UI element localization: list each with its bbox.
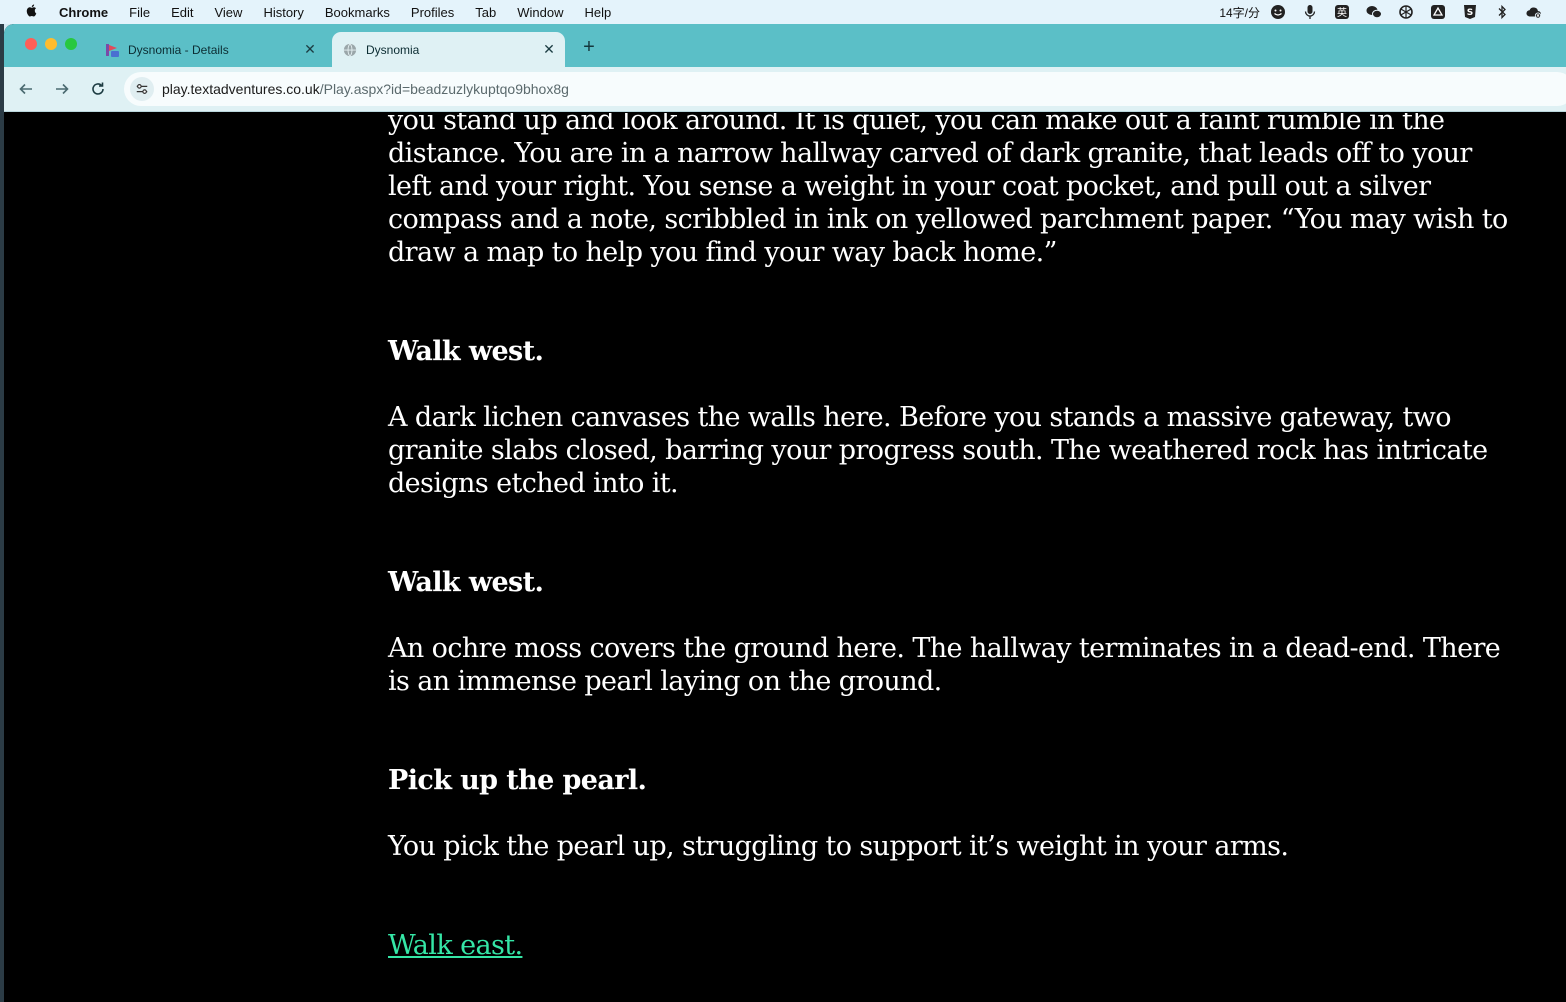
player-command: Walk west. [388, 567, 544, 598]
menu-help[interactable]: Help [585, 5, 612, 20]
browser-toolbar: play.textadventures.co.uk/Play.aspx?id=b… [4, 67, 1566, 112]
zoom-window-button[interactable] [65, 38, 77, 50]
close-window-button[interactable] [25, 38, 37, 50]
story-text: you stand up and look around. It is quie… [388, 113, 1508, 268]
tab-title: Dysnomia [366, 42, 420, 57]
tab-close-icon[interactable]: ✕ [300, 40, 320, 60]
textadventures-icon [104, 42, 120, 58]
game-page: you stand up and look around. It is quie… [4, 113, 1566, 1002]
tab-strip: Dysnomia - Details ✕ Dysnomia ✕ + [4, 24, 1566, 67]
menu-profiles[interactable]: Profiles [411, 5, 454, 20]
menu-view[interactable]: View [214, 5, 242, 20]
new-tab-button[interactable]: + [576, 34, 602, 60]
chrome-window: Dysnomia - Details ✕ Dysnomia ✕ + play.t… [4, 24, 1566, 1002]
tab-close-icon[interactable]: ✕ [539, 40, 559, 60]
url-path: /Play.aspx?id=beadzuzlykuptqo9bhox8g [319, 81, 569, 97]
svg-text:S: S [1467, 8, 1473, 18]
cloud-icon[interactable] [1526, 4, 1542, 20]
svg-text:英: 英 [1337, 6, 1347, 19]
menu-tab[interactable]: Tab [475, 5, 496, 20]
forward-arrow-icon[interactable] [50, 77, 74, 101]
menu-edit[interactable]: Edit [171, 5, 193, 20]
menu-file[interactable]: File [129, 5, 150, 20]
menu-chrome[interactable]: Chrome [59, 5, 108, 20]
status-area: 14字/分 英 S [1219, 0, 1566, 24]
bluetooth-icon[interactable] [1494, 4, 1510, 20]
tab-dysnomia-details[interactable]: Dysnomia - Details ✕ [94, 32, 326, 67]
story-text: You pick the pearl up, struggling to sup… [388, 831, 1289, 862]
openai-icon[interactable] [1398, 4, 1414, 20]
input-method-icon[interactable]: 英 [1334, 4, 1350, 20]
menu-bookmarks[interactable]: Bookmarks [325, 5, 390, 20]
url-host: play.textadventures.co.uk [162, 81, 320, 97]
drive-icon[interactable] [1430, 4, 1446, 20]
emoji-icon[interactable] [1270, 4, 1286, 20]
story-text: An ochre moss covers the ground here. Th… [388, 633, 1501, 697]
typing-speed-status[interactable]: 14字/分 [1219, 4, 1260, 21]
macos-menu-bar: Chrome File Edit View History Bookmarks … [0, 0, 1566, 24]
player-command: Pick up the pearl. [388, 765, 647, 796]
menu-window[interactable]: Window [517, 5, 563, 20]
menu-history[interactable]: History [263, 5, 303, 20]
site-info-icon[interactable] [130, 77, 154, 101]
microphone-icon[interactable] [1302, 4, 1318, 20]
s-app-icon[interactable]: S [1462, 4, 1478, 20]
tab-dysnomia[interactable]: Dysnomia ✕ [332, 32, 565, 67]
globe-icon [342, 42, 358, 58]
minimize-window-button[interactable] [45, 38, 57, 50]
tab-title: Dysnomia - Details [128, 42, 229, 57]
walk-east-link[interactable]: Walk east. [388, 930, 523, 961]
story-text: A dark lichen canvases the walls here. B… [388, 402, 1488, 499]
player-command: Walk west. [388, 336, 544, 367]
wechat-icon[interactable] [1366, 4, 1382, 20]
reload-icon[interactable] [86, 77, 110, 101]
address-bar[interactable]: play.textadventures.co.uk/Play.aspx?id=b… [124, 72, 1566, 106]
story-transcript: you stand up and look around. It is quie… [388, 113, 1518, 962]
apple-icon[interactable] [25, 2, 39, 22]
back-arrow-icon[interactable] [14, 77, 38, 101]
